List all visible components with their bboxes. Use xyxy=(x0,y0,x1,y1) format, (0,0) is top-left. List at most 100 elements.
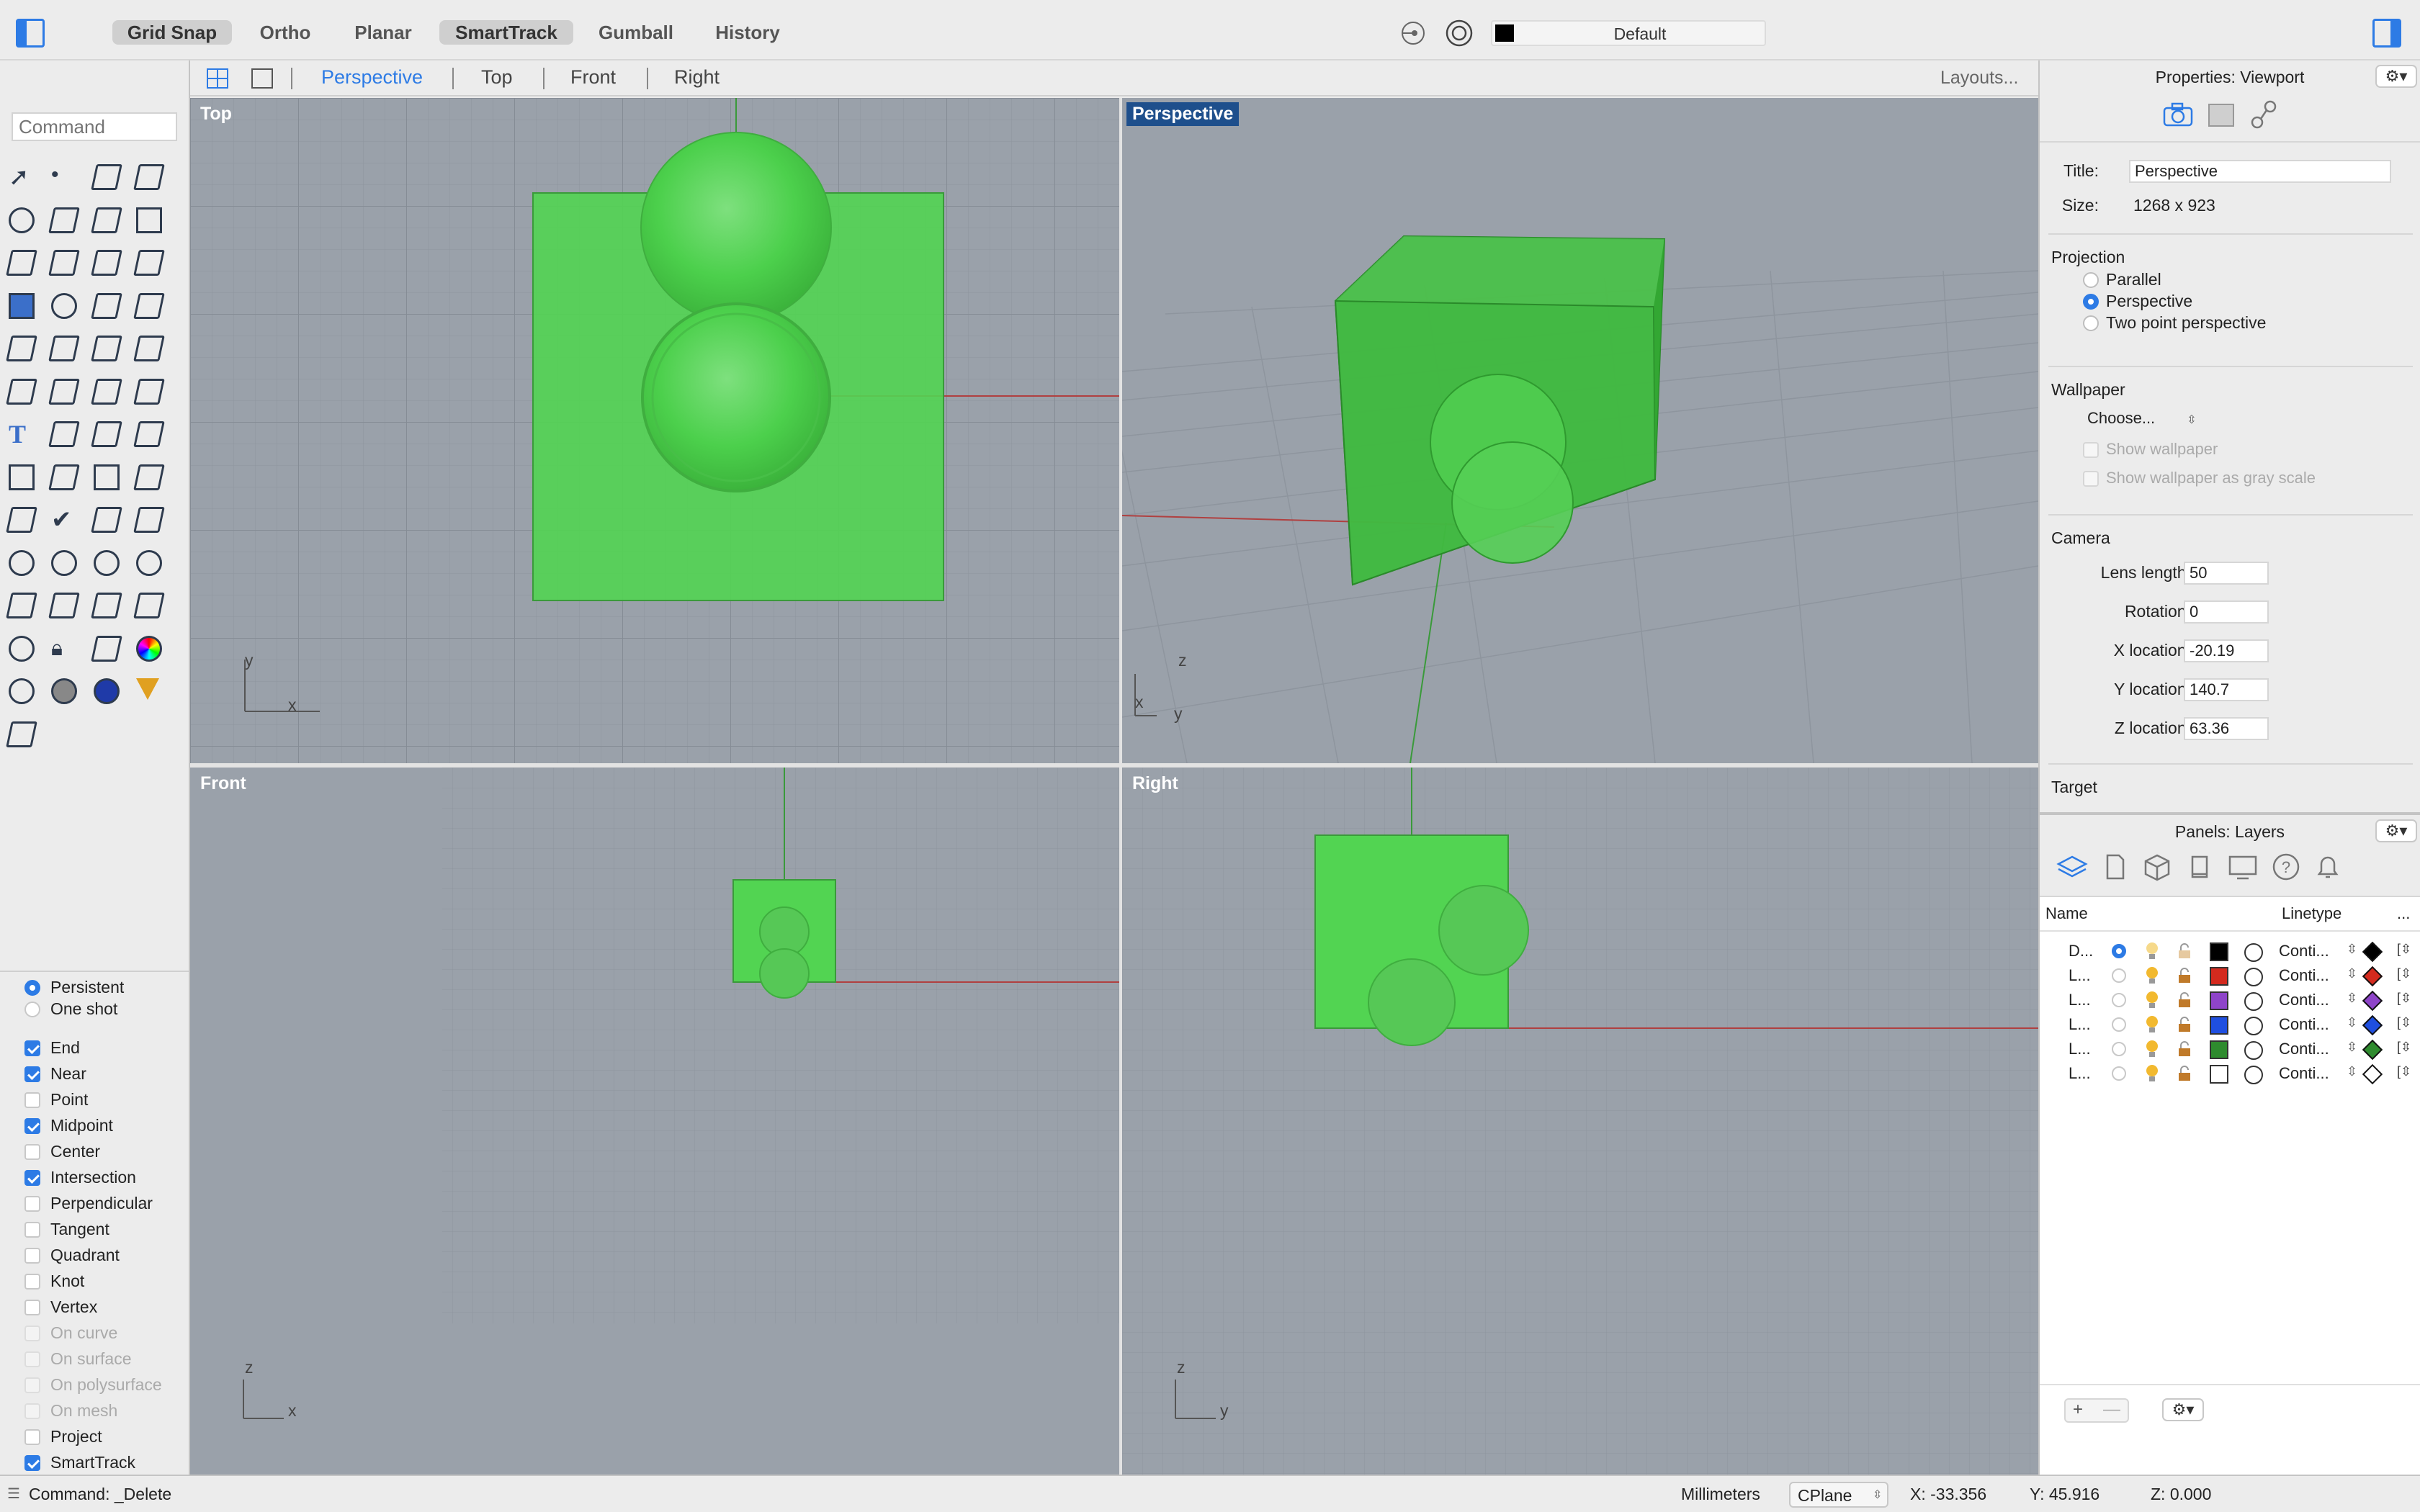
color-wheel-icon[interactable] xyxy=(130,630,168,667)
lock-icon[interactable] xyxy=(2177,943,2192,959)
bell-icon[interactable] xyxy=(2313,852,2342,881)
history-toggle[interactable]: History xyxy=(707,20,788,45)
z-location-field[interactable]: 63.36 xyxy=(2184,717,2269,740)
current-layer-radio[interactable] xyxy=(2112,1042,2126,1056)
zoom-icon[interactable] xyxy=(3,544,40,582)
layer-name[interactable]: L... xyxy=(2069,991,2091,1009)
paint-icon[interactable] xyxy=(130,501,168,539)
curve-icon[interactable] xyxy=(130,158,168,196)
document-icon[interactable] xyxy=(2100,852,2129,881)
print-width-icon[interactable]: [⇳ xyxy=(2397,1040,2411,1055)
bulb-icon[interactable] xyxy=(2145,1040,2159,1058)
material-icon[interactable] xyxy=(2244,943,2263,962)
print-width-icon[interactable]: [⇳ xyxy=(2397,1064,2411,1079)
layouts-button[interactable]: Layouts... xyxy=(1940,68,2018,89)
link-icon[interactable] xyxy=(2249,99,2280,131)
layer-row[interactable]: L... Conti... ⇳ [⇳ xyxy=(2040,1061,2420,1086)
offset-icon[interactable] xyxy=(88,373,125,410)
layer-color-swatch[interactable] xyxy=(2210,1040,2228,1059)
bulb-icon[interactable] xyxy=(2145,942,2159,960)
panel-toggle-right-icon[interactable] xyxy=(2372,19,2401,48)
display-icon[interactable] xyxy=(2207,102,2236,128)
title-field[interactable]: Perspective xyxy=(2129,160,2391,183)
bulb-icon[interactable] xyxy=(2145,1064,2159,1083)
current-layer-radio[interactable] xyxy=(2112,1017,2126,1032)
layers-icon[interactable] xyxy=(2056,852,2089,881)
current-layer-radio[interactable] xyxy=(2112,944,2126,958)
tab-right[interactable]: Right xyxy=(674,66,720,89)
monitor-icon[interactable] xyxy=(2227,852,2259,881)
circle-icon[interactable] xyxy=(3,202,40,239)
check-icon[interactable]: ✔ xyxy=(45,501,83,539)
print-color-icon[interactable] xyxy=(2362,990,2383,1012)
layer-linetype[interactable]: Conti... xyxy=(2279,1015,2329,1034)
mesh-icon[interactable] xyxy=(88,587,125,624)
print-color-icon[interactable] xyxy=(2362,966,2383,987)
viewport-label-front[interactable]: Front xyxy=(194,772,252,796)
tab-top[interactable]: Top xyxy=(481,66,513,89)
chevron-updown-icon[interactable]: ⇳ xyxy=(2347,1040,2357,1055)
lock-icon[interactable] xyxy=(2177,968,2192,984)
layer-row[interactable]: L... Conti... ⇳ [⇳ xyxy=(2040,1012,2420,1037)
layer-name[interactable]: L... xyxy=(2069,1015,2091,1034)
edit-icon[interactable] xyxy=(3,501,40,539)
grid-snap-toggle[interactable]: Grid Snap xyxy=(112,20,232,45)
layers-col-name[interactable]: Name xyxy=(2045,904,2088,923)
lock-icon[interactable]: 🔒︎ xyxy=(45,630,83,667)
record-icon[interactable] xyxy=(1397,20,1429,46)
lock-icon[interactable] xyxy=(2177,1017,2192,1032)
help-icon[interactable]: ? xyxy=(2270,852,2302,881)
viewport-label-right[interactable]: Right xyxy=(1126,772,1184,796)
bulb-icon[interactable] xyxy=(2145,1015,2159,1034)
point-icon[interactable]: • xyxy=(45,158,83,196)
layer-row[interactable]: L... Conti... ⇳ [⇳ xyxy=(2040,1037,2420,1061)
layer-color-swatch[interactable] xyxy=(2210,942,2228,961)
print-color-icon[interactable] xyxy=(2362,941,2383,963)
render-sphere-icon[interactable] xyxy=(88,672,125,710)
chevron-updown-icon[interactable]: ⇳ xyxy=(2347,991,2357,1006)
sphere-icon[interactable] xyxy=(45,287,83,325)
chevron-updown-icon[interactable]: ⇳ xyxy=(2347,966,2357,981)
plane-icon[interactable] xyxy=(130,287,168,325)
command-input[interactable] xyxy=(12,112,177,141)
layer-linetype[interactable]: Conti... xyxy=(2279,1040,2329,1058)
viewport-label-top[interactable]: Top xyxy=(194,102,238,126)
block-icon[interactable] xyxy=(3,459,40,496)
select-arrow-icon[interactable]: ➚ xyxy=(3,158,40,196)
join-icon[interactable] xyxy=(45,373,83,410)
chevron-updown-icon[interactable]: ⇳ xyxy=(2347,1015,2357,1030)
lock-icon[interactable] xyxy=(2177,1066,2192,1081)
rectangle-icon[interactable] xyxy=(130,202,168,239)
trim-icon[interactable] xyxy=(88,330,125,367)
cplane-select[interactable]: CPlane ⇳ xyxy=(1789,1482,1888,1508)
layer-row[interactable]: D... Conti... ⇳ [⇳ xyxy=(2040,939,2420,963)
layers-col-linetype[interactable]: Linetype xyxy=(2282,904,2341,923)
bulb-icon[interactable] xyxy=(2145,991,2159,1009)
panel-toggle-left-icon[interactable] xyxy=(16,19,45,48)
rebuild-icon[interactable] xyxy=(130,373,168,410)
bulb-icon[interactable] xyxy=(3,630,40,667)
print-color-icon[interactable] xyxy=(2362,1014,2383,1036)
print-color-icon[interactable] xyxy=(2362,1039,2383,1061)
properties-gear-button[interactable]: ⚙▾ xyxy=(2375,65,2417,88)
lens-length-field[interactable]: 50 xyxy=(2184,562,2269,585)
current-layer-radio[interactable] xyxy=(2112,1066,2126,1081)
array-icon[interactable] xyxy=(88,415,125,453)
layer-color-swatch[interactable] xyxy=(2210,967,2228,986)
layer-selector[interactable]: Default xyxy=(1491,20,1766,46)
box-icon[interactable] xyxy=(3,287,40,325)
cplane-icon[interactable] xyxy=(3,716,40,753)
viewport-top[interactable]: y x Top xyxy=(190,98,1119,763)
menu-lines-icon[interactable]: ☰ xyxy=(7,1485,20,1503)
add-layer-button[interactable]: + xyxy=(2073,1400,2083,1420)
extrude-icon[interactable] xyxy=(45,330,83,367)
gear-solid-icon[interactable] xyxy=(3,330,40,367)
car-icon[interactable] xyxy=(45,587,83,624)
layers-gear-button[interactable]: ⚙▾ xyxy=(2375,819,2417,842)
dimension-icon[interactable] xyxy=(45,415,83,453)
polygon-icon[interactable] xyxy=(3,244,40,282)
cube-icon[interactable] xyxy=(2142,852,2172,881)
planar-toggle[interactable]: Planar xyxy=(349,20,418,45)
print-color-icon[interactable] xyxy=(2362,1063,2383,1085)
shade-icon[interactable] xyxy=(88,501,125,539)
